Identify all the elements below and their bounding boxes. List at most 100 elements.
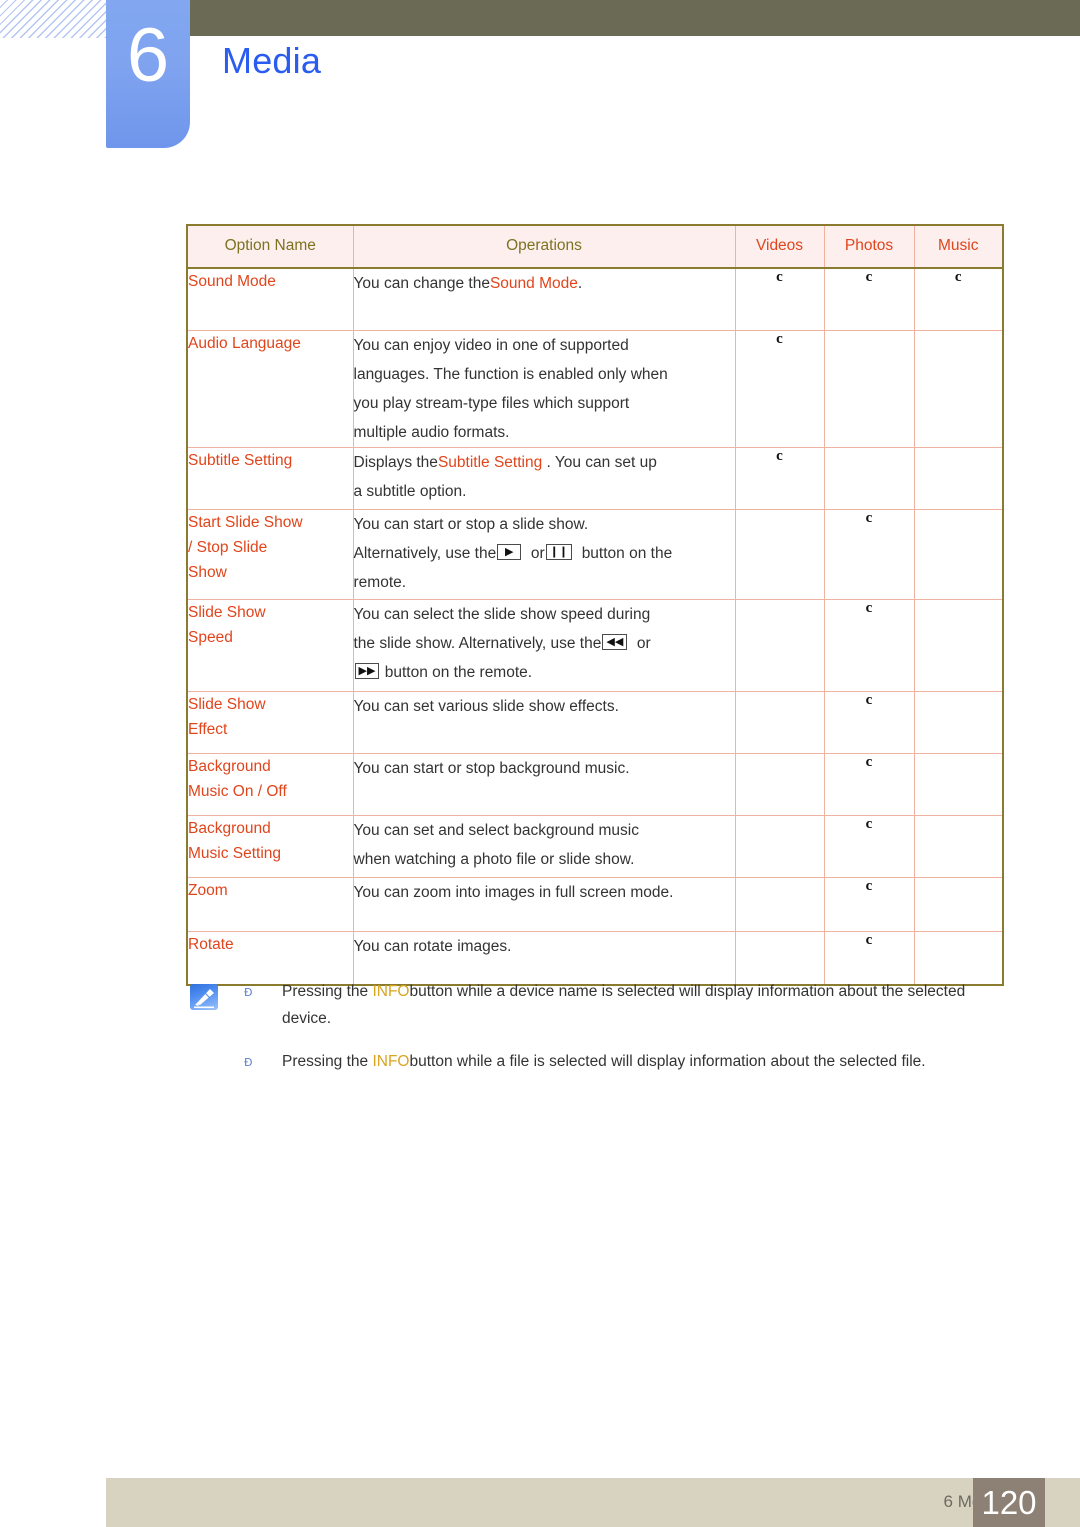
note-text-pre: Pressing the bbox=[282, 1053, 373, 1070]
option-name-cell: Start Slide Show / Stop Slide Show bbox=[186, 508, 354, 600]
option-name-line: Show bbox=[188, 563, 227, 581]
option-name-cell: Zoom bbox=[186, 876, 354, 932]
music-mark-cell bbox=[913, 930, 1004, 986]
option-name-line: Speed bbox=[188, 628, 233, 646]
photos-mark-cell: c bbox=[823, 752, 915, 816]
info-keyword: INFO bbox=[372, 1053, 410, 1070]
music-mark-cell bbox=[913, 876, 1004, 932]
photos-mark-cell: c bbox=[823, 508, 915, 600]
rewind-button-icon: ◀◀ bbox=[602, 634, 628, 651]
operations-line: the slide show. Alternatively, use the ◀◀… bbox=[353, 634, 651, 652]
footer-bar bbox=[106, 1478, 1080, 1527]
music-mark-cell bbox=[913, 814, 1004, 878]
music-mark-cell bbox=[913, 329, 1004, 448]
inline-highlight: Subtitle Setting bbox=[437, 453, 543, 471]
operations-cell: You can change theSound Mode. bbox=[352, 268, 736, 331]
photos-mark-cell: c bbox=[823, 598, 915, 692]
videos-mark-cell bbox=[734, 876, 825, 932]
note-text-post: button while a file is selected will dis… bbox=[409, 1053, 926, 1070]
operations-line: Displays theSubtitle Setting . You can s… bbox=[353, 453, 657, 471]
header-olive-bar bbox=[190, 0, 1080, 36]
photos-mark-cell: c bbox=[823, 814, 915, 878]
option-name-line: Zoom bbox=[188, 881, 228, 899]
operations-line: You can start or stop background music. bbox=[353, 759, 630, 777]
option-name-cell: Slide Show Speed bbox=[186, 598, 354, 692]
note-bullet-icon: Ɖ bbox=[244, 986, 253, 999]
operations-line: You can enjoy video in one of supported bbox=[353, 336, 629, 354]
videos-mark-cell: c bbox=[734, 446, 825, 510]
play-button-icon: ▶ bbox=[497, 544, 522, 561]
page-title: Media bbox=[222, 40, 322, 81]
table-row: Sound Mode You can change theSound Mode.… bbox=[186, 268, 1004, 331]
videos-mark-cell: c bbox=[734, 268, 825, 331]
operations-line: remote. bbox=[353, 573, 407, 591]
operations-cell: Displays theSubtitle Setting . You can s… bbox=[352, 446, 736, 510]
column-header-music: Music bbox=[913, 224, 1004, 269]
operations-line: you play stream-type files which support bbox=[353, 394, 630, 412]
photos-mark-cell bbox=[823, 446, 915, 510]
operations-line: You can zoom into images in full screen … bbox=[353, 883, 674, 901]
operations-line: languages. The function is enabled only … bbox=[353, 365, 668, 383]
videos-mark-cell: c bbox=[734, 329, 825, 448]
option-name-line: Rotate bbox=[188, 935, 234, 953]
option-name-cell: Background Music On / Off bbox=[186, 752, 354, 816]
table-row: Slide Show Effect You can set various sl… bbox=[186, 690, 1004, 754]
operations-cell: You can set and select background music … bbox=[352, 814, 736, 878]
option-name-line: Slide Show bbox=[188, 695, 266, 713]
option-name-line: / Stop Slide bbox=[188, 538, 268, 556]
column-header-option-name: Option Name bbox=[186, 224, 354, 269]
option-name-line: Audio Language bbox=[188, 334, 301, 352]
operations-cell: You can rotate images. bbox=[352, 930, 736, 986]
operations-line: multiple audio formats. bbox=[353, 423, 510, 441]
table-row: Background Music Setting You can set and… bbox=[186, 814, 1004, 878]
option-name-cell: Background Music Setting bbox=[186, 814, 354, 878]
option-name-cell: Sound Mode bbox=[186, 268, 354, 331]
notes-block: Ɖ Pressing the INFObutton while a device… bbox=[186, 978, 1012, 1091]
music-mark-cell bbox=[913, 598, 1004, 692]
media-options-table: Option Name Operations Videos Photos Mus… bbox=[186, 224, 1004, 986]
option-name-line: Background bbox=[188, 757, 271, 775]
option-name-cell: Slide Show Effect bbox=[186, 690, 354, 754]
operations-cell: You can start or stop background music. bbox=[352, 752, 736, 816]
music-mark-cell bbox=[913, 752, 1004, 816]
column-header-videos: Videos bbox=[734, 224, 825, 269]
note-item: Ɖ Pressing the INFObutton while a file i… bbox=[186, 1048, 1012, 1075]
table-row: Background Music On / Off You can start … bbox=[186, 752, 1004, 816]
note-item: Ɖ Pressing the INFObutton while a device… bbox=[186, 978, 1012, 1032]
fast-forward-button-icon: ▶▶ bbox=[354, 663, 380, 680]
operations-cell: You can select the slide show speed duri… bbox=[352, 598, 736, 692]
chapter-number: 6 bbox=[126, 13, 170, 98]
option-name-line: Effect bbox=[188, 720, 228, 738]
videos-mark-cell bbox=[734, 752, 825, 816]
operations-line: when watching a photo file or slide show… bbox=[353, 850, 635, 868]
info-keyword: INFO bbox=[372, 983, 410, 1000]
photos-mark-cell: c bbox=[823, 876, 915, 932]
photos-mark-cell: c bbox=[823, 930, 915, 986]
operations-line: Alternatively, use the ▶ or ❙❙ button on t… bbox=[353, 544, 673, 562]
table-row: Slide Show Speed You can select the slid… bbox=[186, 598, 1004, 692]
option-name-line: Start Slide Show bbox=[188, 513, 303, 531]
videos-mark-cell bbox=[734, 508, 825, 600]
music-mark-cell: c bbox=[913, 268, 1004, 331]
operations-line: You can rotate images. bbox=[353, 937, 512, 955]
photos-mark-cell: c bbox=[823, 690, 915, 754]
option-name-line: Slide Show bbox=[188, 603, 266, 621]
pause-button-icon: ❙❙ bbox=[545, 544, 573, 561]
corner-hatch-decoration bbox=[0, 0, 106, 38]
table-row: Audio Language You can enjoy video in on… bbox=[186, 329, 1004, 448]
option-name-cell: Audio Language bbox=[186, 329, 354, 448]
operations-line: You can start or stop a slide show. bbox=[353, 515, 589, 533]
music-mark-cell bbox=[913, 690, 1004, 754]
chapter-number-tab: 6 bbox=[106, 0, 190, 148]
option-name-line: Background bbox=[188, 819, 271, 837]
option-name-cell: Rotate bbox=[186, 930, 354, 986]
table-row: Rotate You can rotate images. c bbox=[186, 930, 1004, 986]
table-row: Start Slide Show / Stop Slide Show You c… bbox=[186, 508, 1004, 600]
photos-mark-cell: c bbox=[823, 268, 915, 331]
operations-cell: You can start or stop a slide show. Alte… bbox=[352, 508, 736, 600]
note-text-pre: Pressing the bbox=[282, 983, 373, 1000]
option-name-cell: Subtitle Setting bbox=[186, 446, 354, 510]
operations-line: You can select the slide show speed duri… bbox=[353, 605, 651, 623]
videos-mark-cell bbox=[734, 690, 825, 754]
column-header-operations: Operations bbox=[352, 224, 736, 269]
